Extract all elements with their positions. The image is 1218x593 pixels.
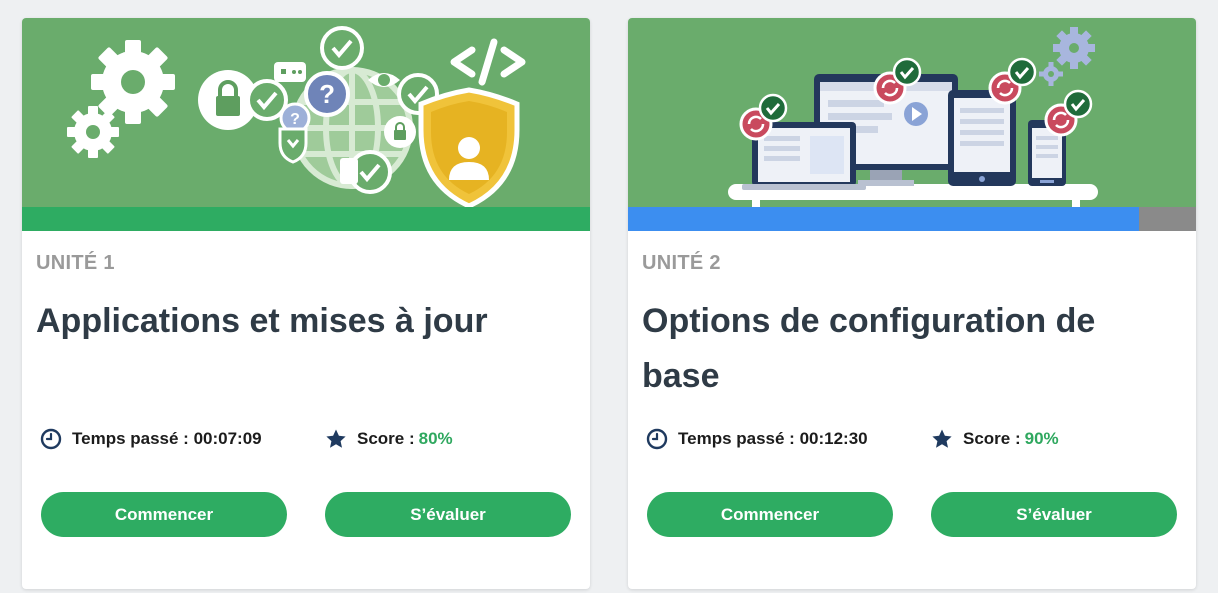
- unit-label: UNITÉ 2: [642, 252, 721, 274]
- gear-icon: [1053, 27, 1095, 69]
- score: Score : 80%: [325, 428, 453, 450]
- unit-progress-fill: [22, 207, 590, 231]
- unit-card-1: ? ? UNITÉ 1 Applications et mises à jour…: [22, 18, 590, 589]
- unit-progress-bar: [22, 207, 590, 231]
- star-icon: [326, 429, 346, 448]
- score-value: 80%: [418, 429, 453, 448]
- check-icon: [320, 26, 364, 70]
- code-icon: [450, 38, 526, 86]
- unit-banner-1: ? ?: [22, 18, 590, 207]
- evaluate-button[interactable]: S’évaluer: [931, 492, 1177, 537]
- score-label: Score :: [357, 429, 415, 448]
- time-spent: Temps passé : 00:07:09: [40, 428, 262, 450]
- lock-icon: [384, 116, 416, 148]
- evaluate-button[interactable]: S’évaluer: [325, 492, 571, 537]
- time-spent-label: Temps passé : 00:12:30: [678, 429, 868, 448]
- gear-icon: [1039, 62, 1063, 86]
- unit-label: UNITÉ 1: [36, 252, 115, 274]
- unit-progress-fill: [628, 207, 1140, 231]
- start-button[interactable]: Commencer: [647, 492, 893, 537]
- gear-icon: [67, 106, 119, 158]
- svg-text:?: ?: [290, 111, 300, 128]
- svg-text:?: ?: [319, 79, 335, 109]
- chat-icon: [274, 62, 306, 82]
- time-spent: Temps passé : 00:12:30: [646, 428, 868, 450]
- unit-title[interactable]: Applications et mises à jour: [36, 294, 556, 349]
- phone-icon: [340, 158, 358, 184]
- start-button[interactable]: Commencer: [41, 492, 287, 537]
- score: Score : 90%: [931, 428, 1059, 450]
- score-label: Score :: [963, 429, 1021, 448]
- star-icon: [932, 429, 952, 448]
- question-icon: ?: [304, 71, 350, 117]
- unit-title[interactable]: Options de configuration de base: [642, 294, 1162, 404]
- shield-user-icon: [418, 87, 520, 207]
- clock-icon: [646, 428, 668, 450]
- time-spent-label: Temps passé : 00:07:09: [72, 429, 262, 448]
- score-value: 90%: [1024, 429, 1059, 448]
- unit-card-2: UNITÉ 2 Options de configuration de base…: [628, 18, 1196, 589]
- gear-icon: [91, 40, 175, 124]
- unit-progress-bar: [628, 207, 1196, 231]
- shield-icon: [278, 127, 308, 164]
- unit-banner-2: [628, 18, 1196, 207]
- clock-icon: [40, 428, 62, 450]
